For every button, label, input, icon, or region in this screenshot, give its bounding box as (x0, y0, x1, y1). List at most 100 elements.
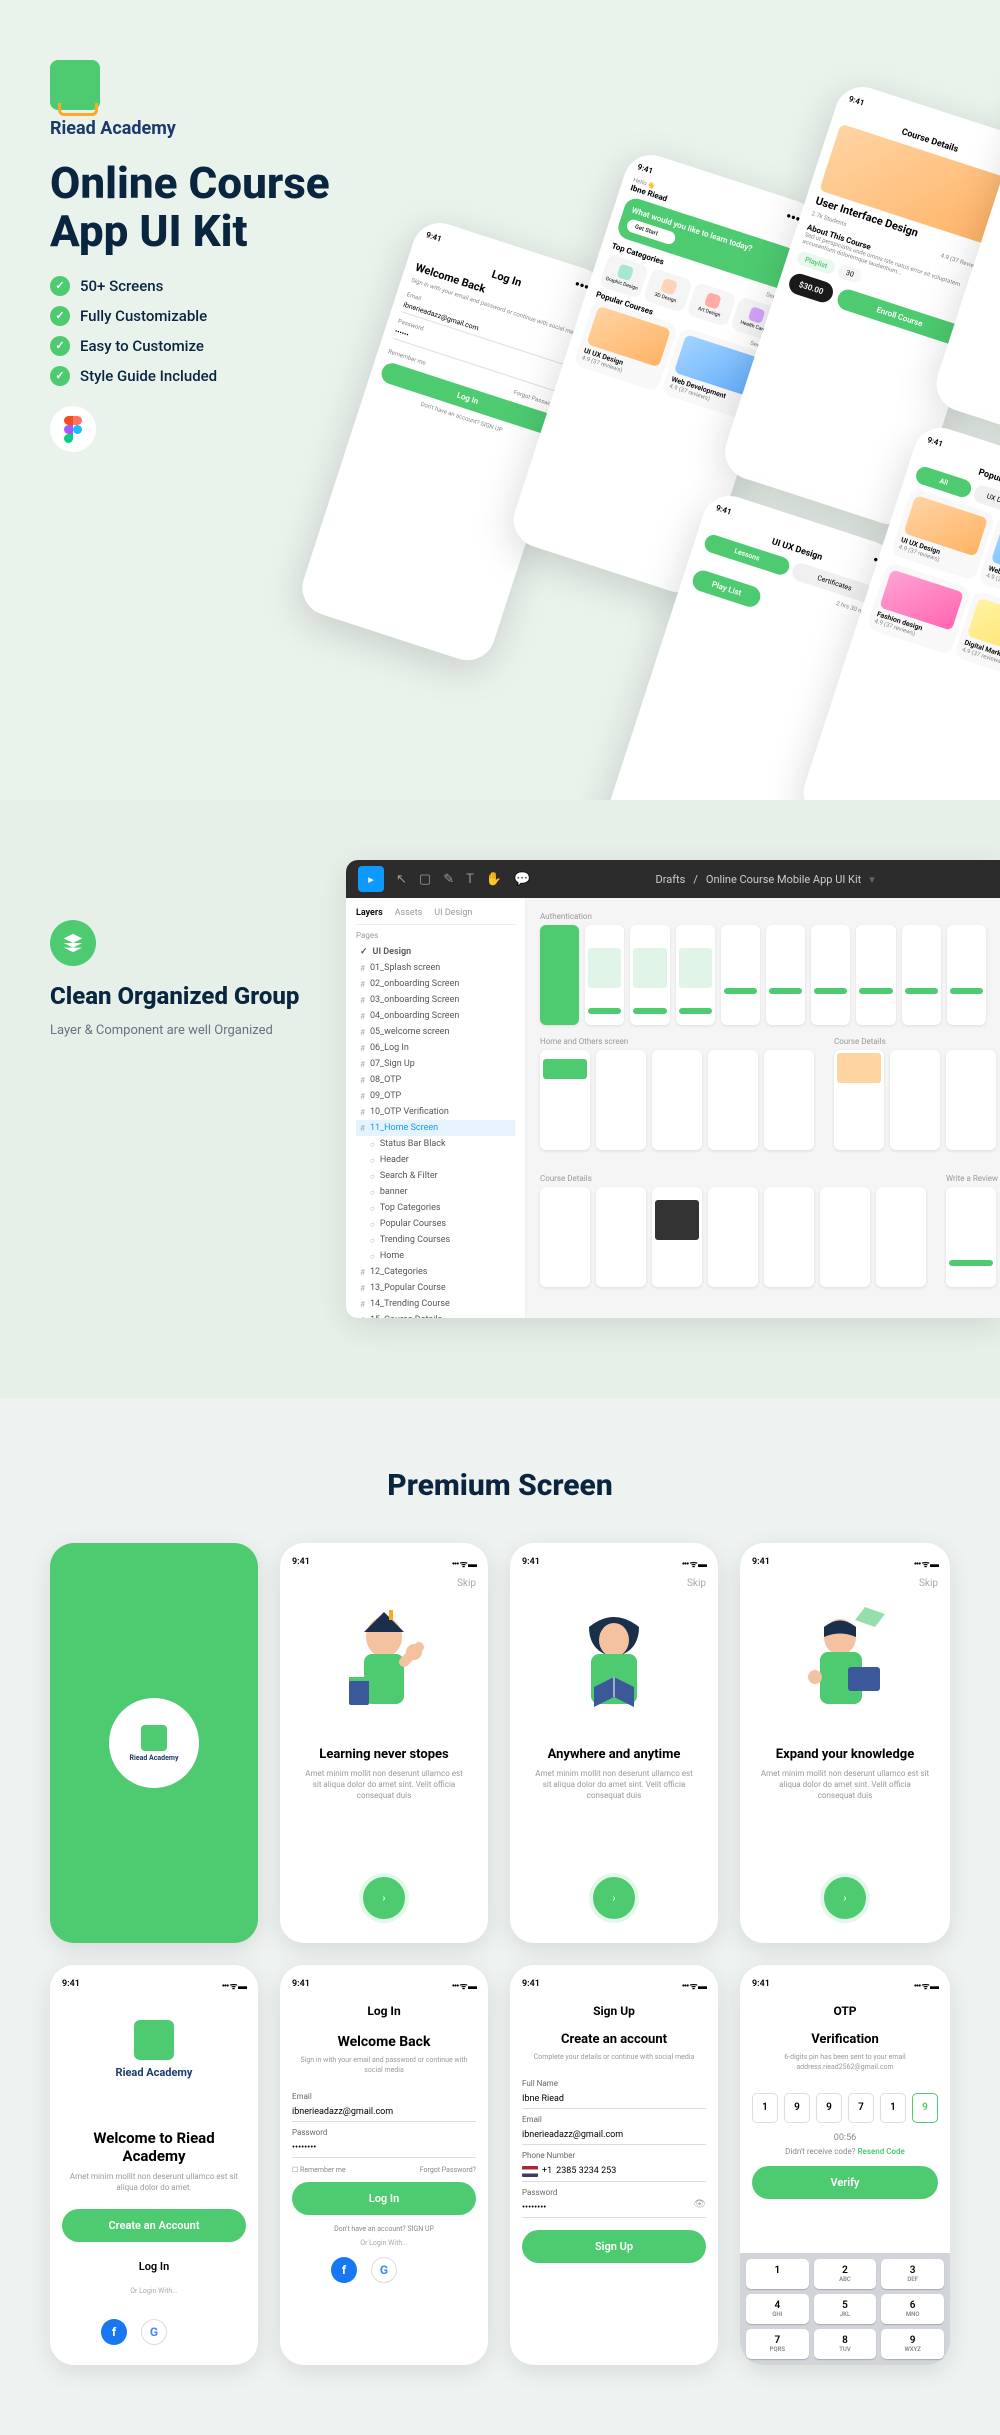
layer-item[interactable]: ○Popular Courses (366, 1216, 515, 1232)
key-5[interactable]: 5JKL (814, 2294, 877, 2324)
figma-canvas[interactable]: Authentication (526, 898, 1000, 1318)
layer-item[interactable]: #06_Log In (356, 1040, 515, 1056)
apple-icon[interactable] (181, 2319, 207, 2345)
resend-link[interactable]: Resend Code (857, 2147, 904, 2156)
layer-item[interactable]: #04_onboarding Screen (356, 1008, 515, 1024)
key-4[interactable]: 4GHI (746, 2294, 809, 2324)
skip-button[interactable]: Skip (522, 1578, 706, 1589)
key-3[interactable]: 3DEF (881, 2259, 944, 2289)
verify-button[interactable]: Verify (752, 2166, 938, 2199)
feature-list: ✓50+ Screens ✓Fully Customizable ✓Easy t… (50, 276, 410, 386)
layer-item[interactable]: #05_welcome screen (356, 1024, 515, 1040)
otp-digit[interactable]: 1 (880, 2093, 906, 2123)
layer-item[interactable]: #07_Sign Up (356, 1056, 515, 1072)
tab-assets[interactable]: Assets (395, 908, 423, 918)
password-input[interactable] (292, 2139, 476, 2158)
otp-digit[interactable]: 9 (784, 2093, 810, 2123)
skip-button[interactable]: Skip (292, 1578, 476, 1589)
layer-item[interactable]: ○Trending Courses (366, 1232, 515, 1248)
screen-onboarding-3: 9:41••• ᯤ ▬ Skip Expand your knowledge A… (740, 1543, 950, 1943)
feature-item: ✓Easy to Customize (50, 336, 410, 356)
remember-checkbox[interactable]: ☐ Remember me (292, 2166, 346, 2174)
organized-section: Clean Organized Group Layer & Component … (0, 800, 1000, 1398)
pen-tool-icon[interactable]: ✎ (443, 872, 454, 887)
splash-logo: Riead Academy (109, 1698, 199, 1788)
google-icon[interactable]: G (371, 2257, 397, 2283)
facebook-icon[interactable]: f (101, 2319, 127, 2345)
comment-tool-icon[interactable]: 💬 (514, 872, 530, 887)
layer-item[interactable]: #10_OTP Verification (356, 1104, 515, 1120)
signup-button[interactable]: Sign Up (522, 2230, 706, 2263)
check-icon: ✓ (50, 366, 70, 386)
skip-button[interactable]: Skip (752, 1578, 938, 1589)
breadcrumb[interactable]: Drafts (656, 873, 686, 886)
screen-onboarding-2: 9:41••• ᯤ ▬ Skip Anywhere and anytime Am… (510, 1543, 718, 1943)
flag-icon[interactable] (522, 2166, 538, 2177)
tab-page[interactable]: UI Design (434, 908, 472, 918)
check-icon: ✓ (50, 276, 70, 296)
next-button[interactable]: › (363, 1877, 405, 1919)
section3-title: Premium Screen (50, 1468, 950, 1503)
layer-item[interactable]: ○Top Categories (366, 1200, 515, 1216)
layer-item[interactable]: #09_OTP (356, 1088, 515, 1104)
screen-signup: 9:41••• ᯤ ▬ Sign Up Create an account Co… (510, 1965, 718, 2365)
frame-tool-icon[interactable]: ▢ (419, 872, 431, 887)
otp-digit[interactable]: 9 (816, 2093, 842, 2123)
text-tool-icon[interactable]: T (466, 872, 474, 887)
tab-layers[interactable]: Layers (356, 908, 383, 918)
screen-login: 9:41••• ᯤ ▬ Log In Welcome Back Sign in … (280, 1965, 488, 2365)
create-account-button[interactable]: Create an Account (62, 2209, 246, 2242)
otp-inputs: 1 9 9 7 1 9 (752, 2093, 938, 2123)
key-6[interactable]: 6MNO (881, 2294, 944, 2324)
file-title[interactable]: Online Course Mobile App UI Kit (706, 873, 861, 886)
phone-input[interactable] (556, 2166, 706, 2176)
eye-icon[interactable]: 👁 (693, 2199, 706, 2217)
move-tool-icon[interactable]: ↖ (396, 872, 407, 887)
login-button[interactable]: Log In (62, 2252, 246, 2281)
otp-digit[interactable]: 1 (752, 2093, 778, 2123)
email-input[interactable] (522, 2126, 706, 2145)
layer-item[interactable]: ○Search & Filter (366, 1168, 515, 1184)
feature-item: ✓Style Guide Included (50, 366, 410, 386)
layer-item[interactable]: ○Header (366, 1152, 515, 1168)
forgot-password-link[interactable]: Forgot Password? (420, 2166, 476, 2174)
layer-item[interactable]: #03_onboarding Screen (356, 992, 515, 1008)
feature-item: ✓50+ Screens (50, 276, 410, 296)
premium-section: Premium Screen Riead Academy 9:41••• ᯤ ▬… (0, 1398, 1000, 2435)
layer-item[interactable]: #15_Course Details (356, 1312, 515, 1318)
layer-item[interactable]: #14_Trending Course (356, 1296, 515, 1312)
layer-item[interactable]: ○Status Bar Black (366, 1136, 515, 1152)
layer-item[interactable]: #12_Categories (356, 1264, 515, 1280)
layer-item[interactable]: #01_Splash screen (356, 960, 515, 976)
layer-item[interactable]: #08_OTP (356, 1072, 515, 1088)
check-icon: ✓ (50, 336, 70, 356)
brand-logo: Riead Academy (50, 60, 410, 139)
key-8[interactable]: 8TUV (814, 2329, 877, 2359)
hand-tool-icon[interactable]: ✋ (486, 872, 502, 887)
key-1[interactable]: 1 (746, 2259, 809, 2289)
screen-welcome: 9:41••• ᯤ ▬ Riead Academy Welcome to Rie… (50, 1965, 258, 2365)
facebook-icon[interactable]: f (331, 2257, 357, 2283)
otp-digit[interactable]: 7 (848, 2093, 874, 2123)
layer-item[interactable]: #02_onboarding Screen (356, 976, 515, 992)
layer-item[interactable]: ○Home (366, 1248, 515, 1264)
next-button[interactable]: › (593, 1877, 635, 1919)
key-9[interactable]: 9WXYZ (881, 2329, 944, 2359)
key-2[interactable]: 2ABC (814, 2259, 877, 2289)
screen-onboarding-1: 9:41••• ᯤ ▬ Skip Learning never stopes A… (280, 1543, 488, 1943)
layer-item[interactable]: ○banner (366, 1184, 515, 1200)
next-button[interactable]: › (824, 1877, 866, 1919)
logo-icon (50, 60, 100, 110)
login-button[interactable]: Log In (292, 2182, 476, 2215)
apple-icon[interactable] (411, 2257, 437, 2283)
check-icon: ✓ (50, 306, 70, 326)
layer-item[interactable]: #11_Home Screen (356, 1120, 515, 1136)
layer-item[interactable]: #13_Popular Course (356, 1280, 515, 1296)
key-7[interactable]: 7PQRS (746, 2329, 809, 2359)
name-input[interactable] (522, 2090, 706, 2109)
figma-menu-icon[interactable]: ▸ (358, 866, 384, 892)
email-input[interactable] (292, 2103, 476, 2122)
password-input[interactable] (522, 2199, 693, 2217)
otp-digit[interactable]: 9 (912, 2093, 938, 2123)
google-icon[interactable]: G (141, 2319, 167, 2345)
